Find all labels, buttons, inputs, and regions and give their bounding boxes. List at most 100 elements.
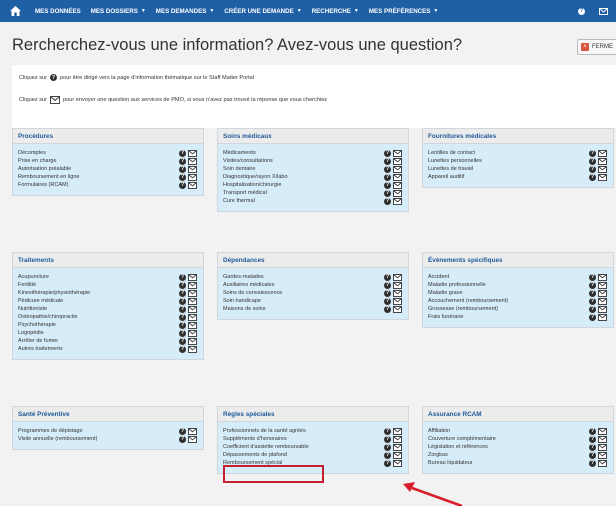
question-circle-icon[interactable]: ? — [384, 197, 391, 205]
question-circle-icon[interactable]: ? — [179, 337, 186, 345]
envelope-icon[interactable] — [598, 435, 607, 443]
question-circle-icon[interactable]: ? — [179, 329, 186, 337]
envelope-icon[interactable] — [393, 273, 402, 281]
question-circle-icon[interactable]: ? — [384, 435, 391, 443]
question-circle-icon[interactable]: ? — [384, 451, 391, 459]
envelope-icon[interactable] — [598, 165, 607, 173]
question-circle-icon[interactable]: ? — [179, 157, 186, 165]
envelope-icon[interactable] — [393, 297, 402, 305]
close-button[interactable]: × FERME — [577, 39, 616, 55]
envelope-icon[interactable] — [393, 149, 402, 157]
envelope-icon[interactable] — [188, 337, 197, 345]
envelope-icon[interactable] — [188, 173, 197, 181]
question-circle-icon[interactable]: ? — [589, 443, 596, 451]
envelope-icon[interactable] — [393, 157, 402, 165]
envelope-icon[interactable] — [188, 273, 197, 281]
question-circle-icon[interactable]: ? — [179, 273, 186, 281]
question-circle-icon[interactable]: ? — [179, 321, 186, 329]
envelope-icon[interactable] — [598, 305, 607, 313]
envelope-icon[interactable] — [393, 443, 402, 451]
envelope-icon[interactable] — [598, 313, 607, 321]
help-icon[interactable]: ? — [578, 7, 585, 15]
mail-icon[interactable] — [599, 7, 608, 15]
question-circle-icon[interactable]: ? — [384, 305, 391, 313]
question-circle-icon[interactable]: ? — [589, 173, 596, 181]
envelope-icon[interactable] — [393, 189, 402, 197]
question-circle-icon[interactable]: ? — [384, 281, 391, 289]
question-circle-icon[interactable]: ? — [589, 281, 596, 289]
nav-item[interactable]: MES DEMANDES ▼ — [151, 8, 220, 15]
envelope-icon[interactable] — [188, 181, 197, 189]
question-circle-icon[interactable]: ? — [384, 289, 391, 297]
nav-item[interactable]: MES DOSSIERS ▼ — [86, 8, 151, 15]
envelope-icon[interactable] — [393, 435, 402, 443]
question-circle-icon[interactable]: ? — [384, 297, 391, 305]
question-circle-icon[interactable]: ? — [384, 273, 391, 281]
question-circle-icon[interactable]: ? — [179, 313, 186, 321]
question-circle-icon[interactable]: ? — [589, 149, 596, 157]
question-circle-icon[interactable]: ? — [384, 165, 391, 173]
question-circle-icon[interactable]: ? — [589, 273, 596, 281]
question-circle-icon[interactable]: ? — [384, 189, 391, 197]
question-circle-icon[interactable]: ? — [179, 181, 186, 189]
envelope-icon[interactable] — [393, 427, 402, 435]
envelope-icon[interactable] — [393, 165, 402, 173]
question-circle-icon[interactable]: ? — [384, 173, 391, 181]
envelope-icon[interactable] — [393, 289, 402, 297]
question-circle-icon[interactable]: ? — [589, 313, 596, 321]
question-circle-icon[interactable]: ? — [589, 165, 596, 173]
nav-item[interactable]: MES PRÉFÉRENCES ▼ — [364, 8, 444, 15]
question-circle-icon[interactable]: ? — [589, 435, 596, 443]
envelope-icon[interactable] — [598, 451, 607, 459]
question-circle-icon[interactable]: ? — [384, 157, 391, 165]
envelope-icon[interactable] — [393, 197, 402, 205]
question-circle-icon[interactable]: ? — [589, 305, 596, 313]
question-circle-icon[interactable]: ? — [589, 297, 596, 305]
question-circle-icon[interactable]: ? — [589, 427, 596, 435]
envelope-icon[interactable] — [188, 157, 197, 165]
envelope-icon[interactable] — [393, 281, 402, 289]
question-circle-icon[interactable]: ? — [384, 181, 391, 189]
envelope-icon[interactable] — [188, 165, 197, 173]
envelope-icon[interactable] — [598, 297, 607, 305]
question-circle-icon[interactable]: ? — [384, 427, 391, 435]
envelope-icon[interactable] — [393, 181, 402, 189]
envelope-icon[interactable] — [188, 321, 197, 329]
envelope-icon[interactable] — [598, 173, 607, 181]
question-circle-icon[interactable]: ? — [179, 281, 186, 289]
envelope-icon[interactable] — [188, 427, 197, 435]
question-circle-icon[interactable]: ? — [179, 305, 186, 313]
nav-item[interactable]: CRÉER UNE DEMANDE ▼ — [219, 8, 306, 15]
question-circle-icon[interactable]: ? — [179, 427, 186, 435]
envelope-icon[interactable] — [188, 289, 197, 297]
nav-item[interactable]: MES DONNÉES — [30, 8, 86, 15]
envelope-icon[interactable] — [393, 173, 402, 181]
envelope-icon[interactable] — [188, 435, 197, 443]
envelope-icon[interactable] — [393, 459, 402, 467]
envelope-icon[interactable] — [598, 273, 607, 281]
envelope-icon[interactable] — [598, 281, 607, 289]
envelope-icon[interactable] — [393, 305, 402, 313]
envelope-icon[interactable] — [598, 157, 607, 165]
question-circle-icon[interactable]: ? — [179, 173, 186, 181]
envelope-icon[interactable] — [598, 149, 607, 157]
envelope-icon[interactable] — [598, 427, 607, 435]
envelope-icon[interactable] — [188, 313, 197, 321]
question-circle-icon[interactable]: ? — [179, 165, 186, 173]
envelope-icon[interactable] — [188, 149, 197, 157]
question-circle-icon[interactable]: ? — [179, 435, 186, 443]
envelope-icon[interactable] — [598, 443, 607, 451]
envelope-icon[interactable] — [188, 305, 197, 313]
envelope-icon[interactable] — [188, 297, 197, 305]
question-circle-icon[interactable]: ? — [384, 459, 391, 467]
question-circle-icon[interactable]: ? — [384, 443, 391, 451]
envelope-icon[interactable] — [188, 345, 197, 353]
question-circle-icon[interactable]: ? — [179, 297, 186, 305]
envelope-icon[interactable] — [598, 459, 607, 467]
envelope-icon[interactable] — [393, 451, 402, 459]
question-circle-icon[interactable]: ? — [589, 459, 596, 467]
question-circle-icon[interactable]: ? — [589, 157, 596, 165]
envelope-icon[interactable] — [598, 289, 607, 297]
home-button[interactable] — [0, 6, 30, 16]
question-circle-icon[interactable]: ? — [179, 149, 186, 157]
